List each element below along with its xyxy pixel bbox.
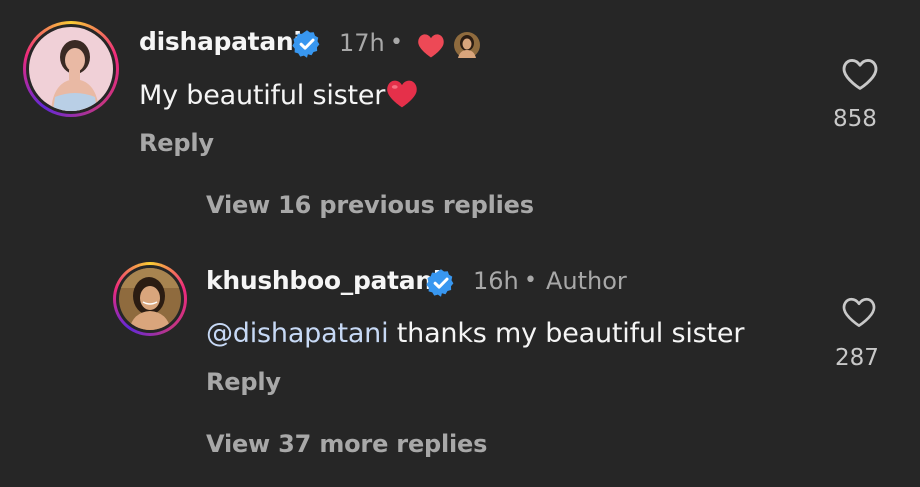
view-more-replies-button[interactable]: View 37 more replies xyxy=(206,430,487,458)
comment-text: My beautiful sister xyxy=(139,79,418,111)
avatar-khushboo-patani[interactable] xyxy=(113,262,187,336)
verified-badge-icon xyxy=(426,269,454,297)
like-count: 287 xyxy=(835,345,879,371)
meta-separator: • xyxy=(390,30,403,55)
username[interactable]: dishapatani xyxy=(139,27,302,56)
heart-outline-icon[interactable] xyxy=(842,58,878,91)
heart-outline-icon[interactable] xyxy=(842,297,876,328)
comment-body: thanks my beautiful sister xyxy=(388,318,745,349)
avatar-image xyxy=(29,27,113,111)
author-tag: Author xyxy=(546,267,627,295)
red-heart-emoji xyxy=(387,80,417,108)
avatar-dishapatani[interactable] xyxy=(23,21,119,117)
creator-avatar-icon xyxy=(454,32,480,58)
reply-button[interactable]: Reply xyxy=(206,368,281,396)
view-previous-replies-button[interactable]: View 16 previous replies xyxy=(206,191,534,219)
username[interactable]: khushboo_patani xyxy=(206,266,441,295)
reply-button[interactable]: Reply xyxy=(139,129,214,157)
comment-text: @dishapatani thanks my beautiful sister xyxy=(206,318,744,349)
mention-link[interactable]: @dishapatani xyxy=(206,318,389,349)
verified-badge-icon xyxy=(292,30,320,58)
meta-separator: • xyxy=(524,268,537,293)
avatar-image xyxy=(119,268,181,330)
comment-time: 16h xyxy=(473,267,519,295)
like-count: 858 xyxy=(833,106,877,132)
comment-time: 17h xyxy=(339,29,385,57)
red-heart-icon xyxy=(418,34,444,58)
comment-body: My beautiful sister xyxy=(139,80,386,111)
